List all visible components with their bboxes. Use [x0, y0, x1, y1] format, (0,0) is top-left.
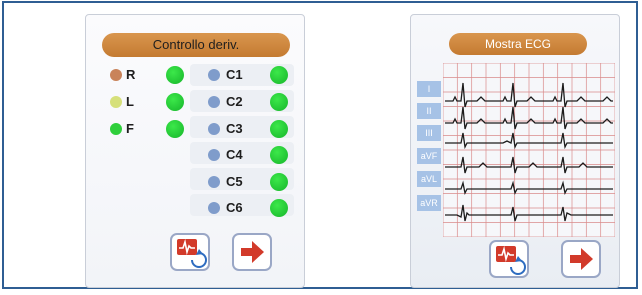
- lead-tab-i[interactable]: I: [417, 81, 441, 97]
- ecg-grid: [443, 63, 615, 237]
- next-button[interactable]: [232, 233, 272, 271]
- lead-c3-color-dot: [208, 123, 220, 135]
- lead-l-label: L: [126, 94, 134, 109]
- lead-r-label: R: [126, 67, 136, 82]
- lead-r-color-dot: [110, 69, 122, 81]
- lead-c1-label: C1: [226, 67, 243, 82]
- lead-c5-status-indicator: [270, 173, 288, 191]
- lead-c4-label: C4: [226, 147, 243, 162]
- lead-l-status-indicator: [166, 93, 184, 111]
- lead-f-color-dot: [110, 123, 122, 135]
- lead-l-color-dot: [110, 96, 122, 108]
- lead-c1-color-dot: [208, 69, 220, 81]
- right-arrow-icon: [241, 241, 264, 263]
- show-ecg-button[interactable]: [170, 233, 210, 271]
- ecg-refresh-icon: [177, 238, 207, 268]
- lead-check-button[interactable]: [489, 240, 529, 278]
- lead-tab-avf[interactable]: aVF: [417, 148, 441, 164]
- ecg-refresh-icon: [496, 245, 526, 275]
- lead-row-c6: C6: [208, 199, 268, 217]
- lead-f-label: F: [126, 121, 134, 136]
- lead-tab-avl[interactable]: aVL: [417, 171, 441, 187]
- lead-c3-label: C3: [226, 121, 243, 136]
- lead-check-screen: Controllo deriv. R L F C1 C2 C3 C4 C5 C6: [85, 14, 305, 288]
- ecg-display-title: Mostra ECG: [449, 33, 587, 55]
- lead-c2-status-indicator: [270, 93, 288, 111]
- lead-tab-avr[interactable]: aVR: [417, 195, 441, 211]
- lead-c3-status-indicator: [270, 120, 288, 138]
- lead-c4-status-indicator: [270, 146, 288, 164]
- lead-row-c5: C5: [208, 173, 268, 191]
- lead-c5-label: C5: [226, 174, 243, 189]
- lead-c2-label: C2: [226, 94, 243, 109]
- lead-c6-status-indicator: [270, 199, 288, 217]
- lead-tab-ii[interactable]: II: [417, 103, 441, 119]
- lead-tab-iii[interactable]: III: [417, 125, 441, 141]
- next-button[interactable]: [561, 240, 601, 278]
- lead-c6-color-dot: [208, 202, 220, 214]
- lead-r-status-indicator: [166, 66, 184, 84]
- lead-c5-color-dot: [208, 176, 220, 188]
- lead-c2-color-dot: [208, 96, 220, 108]
- lead-c1-status-indicator: [270, 66, 288, 84]
- lead-f-status-indicator: [166, 120, 184, 138]
- right-arrow-icon: [570, 248, 593, 270]
- lead-row-c1: C1: [208, 66, 268, 84]
- ecg-display-screen: Mostra ECG I II III aVF aVL aVR: [410, 14, 620, 288]
- lead-c6-label: C6: [226, 200, 243, 215]
- lead-c4-color-dot: [208, 149, 220, 161]
- lead-row-c2: C2: [208, 93, 268, 111]
- lead-row-c4: C4: [208, 146, 268, 164]
- lead-check-title: Controllo deriv.: [102, 33, 290, 57]
- lead-row-c3: C3: [208, 120, 268, 138]
